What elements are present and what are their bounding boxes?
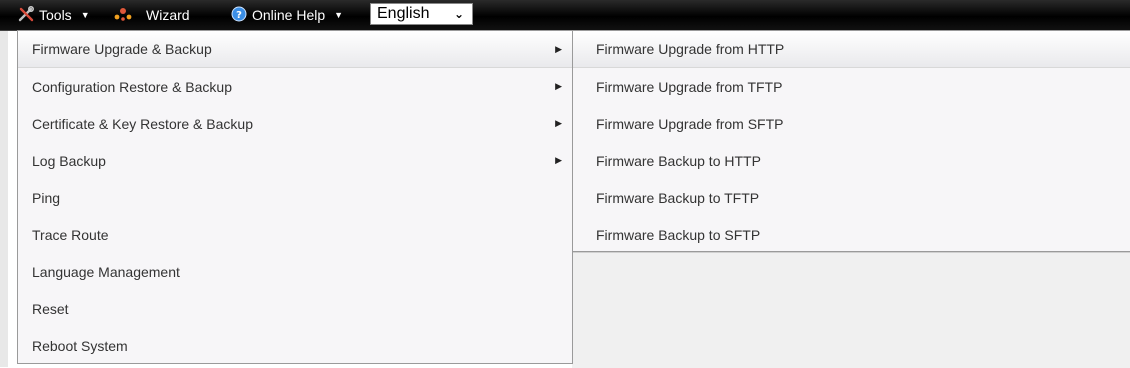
submenu-item-firmware-upgrade-tftp[interactable]: Firmware Upgrade from TFTP — [573, 68, 1130, 105]
submenu-item-label: Firmware Upgrade from HTTP — [596, 41, 785, 57]
content-panel — [572, 252, 1130, 368]
submenu-item-firmware-upgrade-sftp[interactable]: Firmware Upgrade from SFTP — [573, 105, 1130, 142]
firmware-submenu: Firmware Upgrade from HTTP Firmware Upgr… — [572, 30, 1130, 252]
menu-item-language-management[interactable]: Language Management — [18, 253, 572, 290]
chevron-right-icon: ▶ — [555, 81, 562, 91]
page-left-edge — [0, 31, 8, 367]
menu-item-label: Trace Route — [32, 226, 109, 243]
help-label: Online Help — [252, 7, 326, 23]
chevron-right-icon: ▶ — [555, 43, 562, 54]
top-toolbar: Tools ▼ Wizard ? Online Help ▼ English ⌄ — [0, 0, 1130, 31]
menu-item-reset[interactable]: Reset — [18, 290, 572, 327]
menu-item-log-backup[interactable]: Log Backup ▶ — [18, 142, 572, 179]
language-select[interactable]: English ⌄ — [370, 3, 473, 25]
tools-dropdown-menu: Firmware Upgrade & Backup ▶ Configuratio… — [17, 30, 573, 364]
submenu-item-firmware-backup-sftp[interactable]: Firmware Backup to SFTP — [573, 216, 1130, 253]
chevron-right-icon: ▶ — [555, 155, 562, 165]
menu-item-configuration-restore-backup[interactable]: Configuration Restore & Backup ▶ — [18, 68, 572, 105]
chevron-down-icon: ⌄ — [453, 7, 464, 21]
caret-down-icon: ▼ — [334, 10, 344, 20]
submenu-item-firmware-upgrade-http[interactable]: Firmware Upgrade from HTTP — [573, 31, 1130, 68]
online-help-button[interactable]: ? Online Help ▼ — [231, 5, 343, 25]
wizard-icon — [113, 6, 133, 25]
submenu-item-firmware-backup-tftp[interactable]: Firmware Backup to TFTP — [573, 179, 1130, 216]
menu-item-label: Reboot System — [32, 337, 128, 354]
wizard-label: Wizard — [146, 7, 190, 23]
menu-item-label: Language Management — [32, 263, 180, 280]
submenu-item-firmware-backup-http[interactable]: Firmware Backup to HTTP — [573, 142, 1130, 179]
menu-item-label: Configuration Restore & Backup — [32, 78, 232, 95]
menu-item-label: Certificate & Key Restore & Backup — [32, 115, 253, 132]
menu-item-reboot-system[interactable]: Reboot System — [18, 327, 572, 364]
chevron-right-icon: ▶ — [555, 118, 562, 128]
svg-text:?: ? — [236, 10, 242, 21]
wizard-button[interactable]: Wizard — [113, 5, 190, 25]
submenu-item-label: Firmware Upgrade from SFTP — [596, 115, 784, 132]
tools-label: Tools — [39, 7, 72, 23]
tools-menu-button[interactable]: Tools ▼ — [18, 5, 90, 25]
caret-down-icon: ▼ — [80, 10, 90, 20]
menu-item-ping[interactable]: Ping — [18, 179, 572, 216]
help-icon: ? — [231, 6, 247, 25]
submenu-item-label: Firmware Backup to SFTP — [596, 226, 761, 243]
language-selected-value: English — [377, 5, 430, 22]
menu-item-firmware-upgrade-backup[interactable]: Firmware Upgrade & Backup ▶ — [18, 31, 572, 68]
tools-icon — [18, 5, 34, 25]
menu-item-label: Log Backup — [32, 152, 106, 169]
submenu-item-label: Firmware Backup to TFTP — [596, 189, 760, 206]
menu-item-label: Reset — [32, 300, 69, 317]
menu-item-label: Firmware Upgrade & Backup — [32, 41, 212, 57]
menu-item-certificate-key-restore-backup[interactable]: Certificate & Key Restore & Backup ▶ — [18, 105, 572, 142]
submenu-item-label: Firmware Upgrade from TFTP — [596, 78, 783, 95]
submenu-item-label: Firmware Backup to HTTP — [596, 152, 761, 169]
menu-item-trace-route[interactable]: Trace Route — [18, 216, 572, 253]
menu-item-label: Ping — [32, 189, 61, 206]
